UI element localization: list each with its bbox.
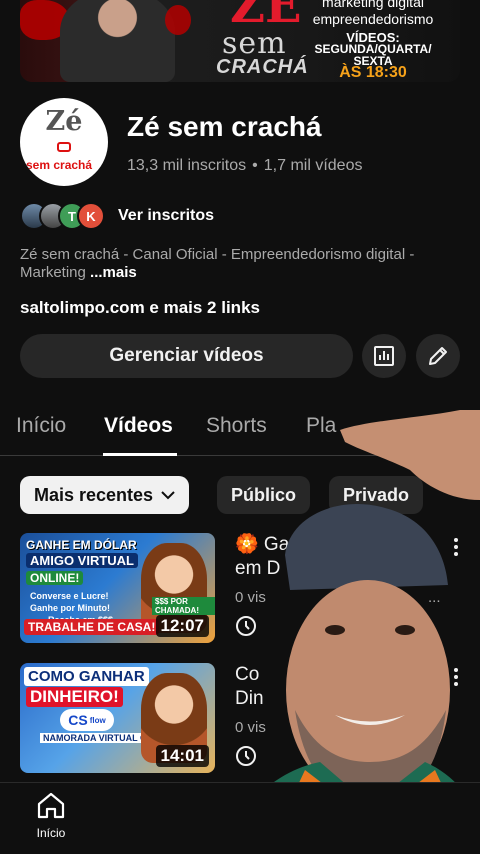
video-title-line: 🏵️ Ga [235,534,290,555]
subscribers-row[interactable]: T K Ver inscritos [20,201,214,231]
more-vert-icon[interactable] [452,537,460,557]
more-vert-icon[interactable] [452,667,460,687]
video-meta-ellipsis: ... [428,589,441,606]
channel-tabs: Início Vídeos Shorts Pla [0,400,480,456]
csflow-logo: CS flow [60,709,114,731]
active-tab-indicator [103,453,177,456]
video-duration: 14:01 [155,745,209,767]
home-icon [37,792,65,819]
channel-description[interactable]: Zé sem crachá - Canal Oficial - Empreend… [20,246,460,282]
edit-channel-button[interactable] [416,334,460,378]
video-title-line: em D [235,558,281,579]
thumbnail-text: $$$ POR CHAMADA! [152,597,215,615]
channel-stats: 13,3 mil inscritos • 1,7 mil vídeos [127,157,362,175]
separator-dot: • [252,157,258,174]
banner-person-image [60,0,175,82]
thumbnail-text: Converse e Lucre! [30,591,109,601]
paint-splash-decoration [165,5,191,35]
analytics-icon [374,346,394,366]
clock-icon [236,616,256,636]
video-title[interactable]: 🏵️ Ga em D [235,533,435,581]
avatar-logo-ze: Zé [45,106,83,137]
badge-icon [57,142,71,152]
avatar-logo-text: sem crachá [26,158,93,172]
video-meta: 0 vis ... [235,589,441,606]
thumbnail-text: DINHEIRO! [26,687,123,707]
manage-videos-button[interactable]: Gerenciar vídeos [20,334,353,378]
pencil-icon [429,347,447,365]
subscriber-avatar: K [77,202,105,230]
filter-private-chip[interactable]: Privado [329,476,424,514]
tab-videos[interactable]: Vídeos [104,414,173,438]
video-title[interactable]: Co Din [235,663,435,711]
channel-avatar[interactable]: Zé sem crachá [20,98,108,186]
video-duration: 12:07 [155,615,209,637]
nav-home-label: Início [36,826,66,840]
nav-home[interactable]: Início [28,791,74,840]
video-meta-ellipsis: ... [428,719,441,736]
thumbnail-text: TRABALHE DE CASA! [24,619,160,635]
sort-dropdown[interactable]: Mais recentes [20,476,190,514]
channel-links[interactable]: saltolimpo.com e mais 2 links [20,298,260,318]
logo-subtext: flow [89,715,106,725]
sort-label: Mais recentes [34,484,154,505]
tab-inicio[interactable]: Início [16,414,66,438]
video-count: 1,7 mil vídeos [263,157,363,174]
video-thumbnail[interactable]: COMO GANHAR DINHEIRO! CS flow NAMORADA V… [20,663,215,773]
video-meta-text: 0 vis [235,719,266,736]
description-text: Zé sem crachá - Canal Oficial - Empreend… [20,246,415,281]
channel-name: Zé sem crachá [127,111,322,142]
banner-text: empreendedorismo [312,11,434,27]
tab-shorts[interactable]: Shorts [206,414,267,438]
filter-public-chip[interactable]: Público [217,476,311,514]
video-thumbnail[interactable]: GANHE EM DÓLAR AMIGO VIRTUAL ONLINE! Con… [20,533,215,643]
video-meta: 0 vis ... [235,719,441,736]
tab-playlists[interactable]: Pla [306,414,336,438]
chevron-down-icon [161,491,175,500]
more-link[interactable]: ...mais [90,264,137,281]
video-meta-text: 0 vis [235,589,266,606]
clock-icon [236,746,256,766]
video-item[interactable]: GANHE EM DÓLAR AMIGO VIRTUAL ONLINE! Con… [20,533,460,645]
thumbnail-text: Ganhe por Minuto! [30,603,110,613]
logo-text: CS [68,712,88,728]
video-item[interactable]: COMO GANHAR DINHEIRO! CS flow NAMORADA V… [20,663,460,775]
thumbnail-text: GANHE EM DÓLAR [26,538,137,552]
banner-logo-cracha: CRACHÁ [216,56,309,78]
bottom-navigation: Início [0,782,480,854]
thumbnail-text: COMO GANHAR [24,667,149,686]
thumbnail-text: ONLINE! [26,571,84,585]
thumbnail-text: AMIGO VIRTUAL [26,553,138,568]
video-title-line: Din [235,688,264,709]
channel-banner: ZÉ sem CRACHÁ marketing digital empreend… [20,0,460,82]
see-subscribers-link[interactable]: Ver inscritos [118,207,214,225]
analytics-button[interactable] [362,334,406,378]
banner-text: marketing digital [322,0,424,10]
video-title-line: Co [235,664,260,685]
subscriber-count: 13,3 mil inscritos [127,157,247,174]
banner-schedule: ÀS 18:30 [339,64,407,81]
